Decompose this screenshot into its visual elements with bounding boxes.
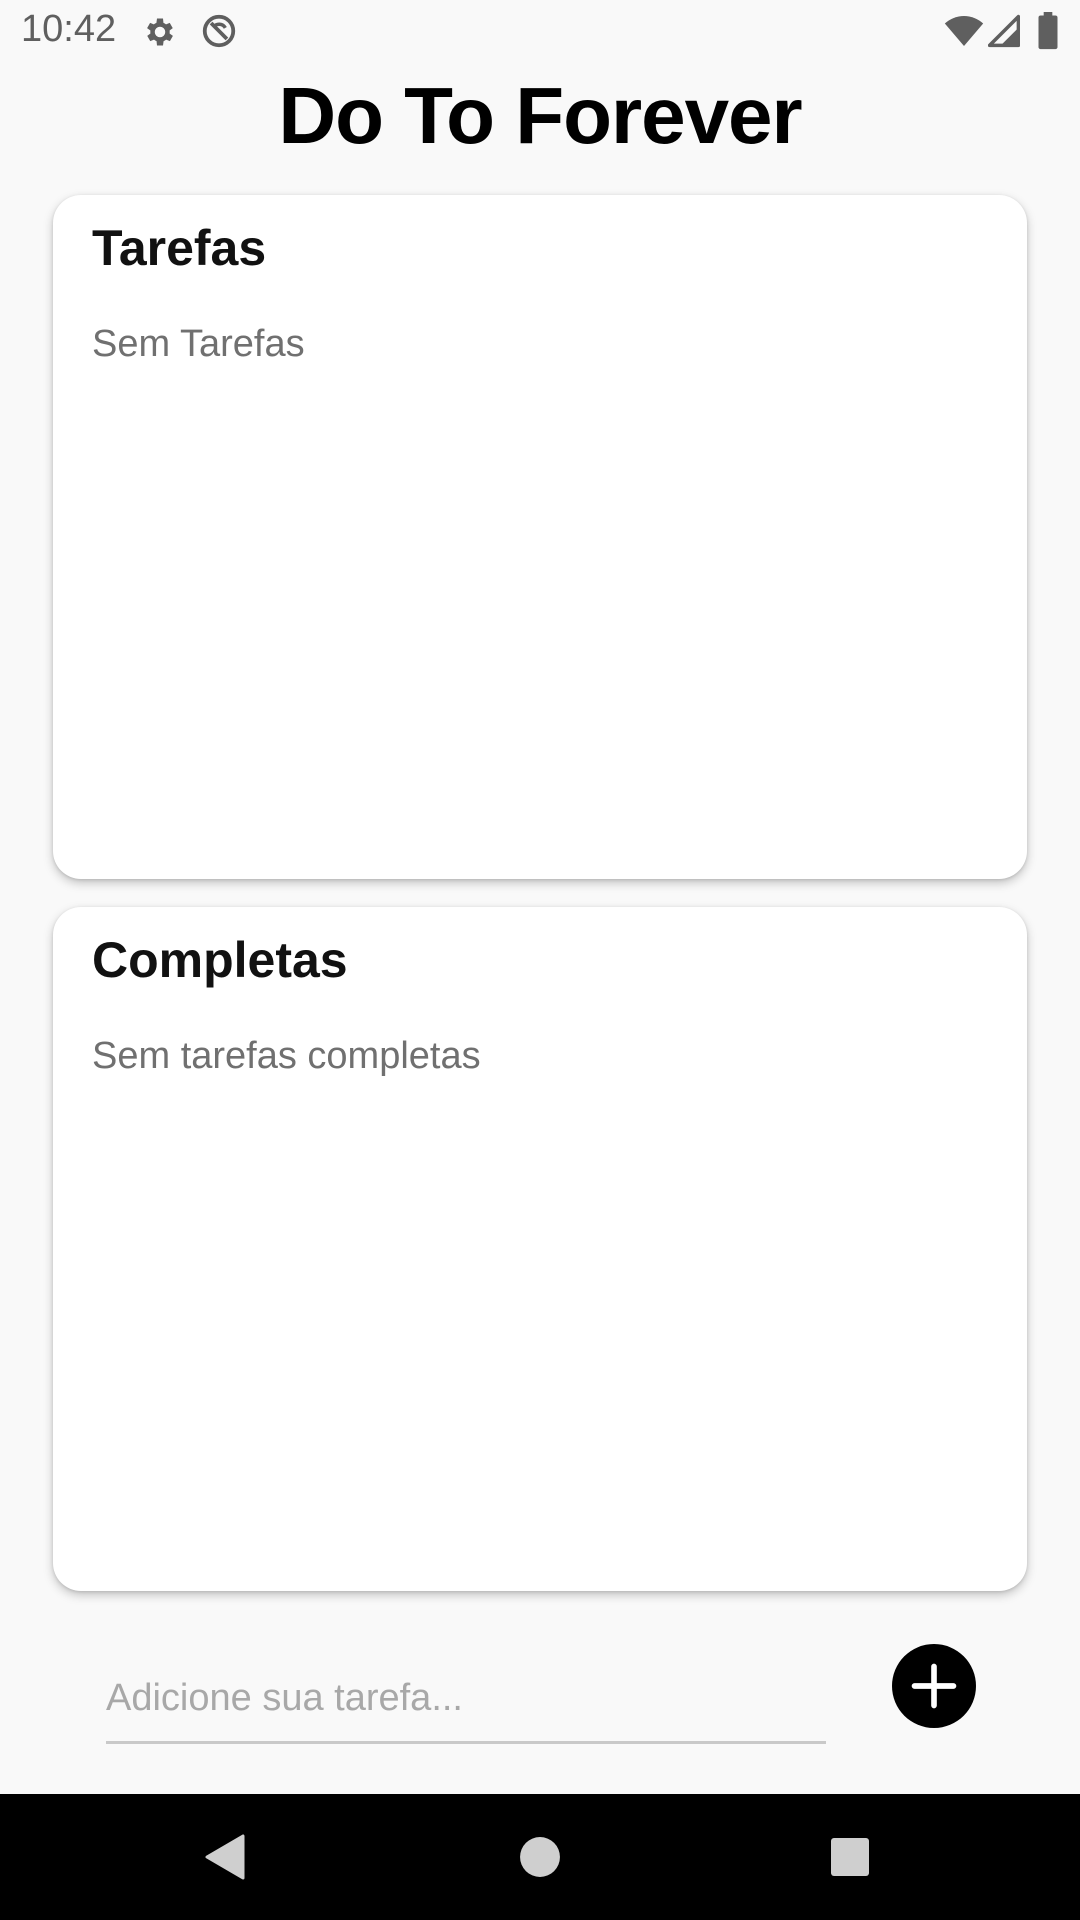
gear-icon — [142, 14, 178, 55]
tasks-card: Tarefas Sem Tarefas — [53, 195, 1027, 879]
status-time: 10:42 — [21, 8, 117, 50]
nav-recents-button[interactable] — [770, 1794, 930, 1920]
home-icon — [519, 1836, 561, 1878]
app-title: Do To Forever — [278, 71, 802, 160]
signal-icon — [987, 14, 1021, 53]
completed-empty-message: Sem tarefas completas — [92, 1035, 481, 1077]
add-task-button[interactable] — [892, 1644, 976, 1728]
status-bar: 10:42 — [0, 0, 1080, 63]
tasks-card-title: Tarefas — [92, 220, 267, 276]
navigation-bar — [0, 1794, 1080, 1920]
recents-icon — [830, 1837, 870, 1877]
nav-home-button[interactable] — [460, 1794, 620, 1920]
wifi-icon — [944, 14, 984, 53]
battery-icon — [1037, 12, 1059, 55]
new-task-input[interactable] — [106, 1655, 826, 1744]
nav-back-button[interactable] — [145, 1794, 305, 1920]
plus-icon — [908, 1660, 960, 1712]
no-sync-icon — [200, 12, 238, 55]
back-icon — [203, 1833, 247, 1881]
completed-card-title: Completas — [92, 932, 348, 988]
tasks-empty-message: Sem Tarefas — [92, 323, 305, 365]
completed-card: Completas Sem tarefas completas — [53, 907, 1027, 1591]
